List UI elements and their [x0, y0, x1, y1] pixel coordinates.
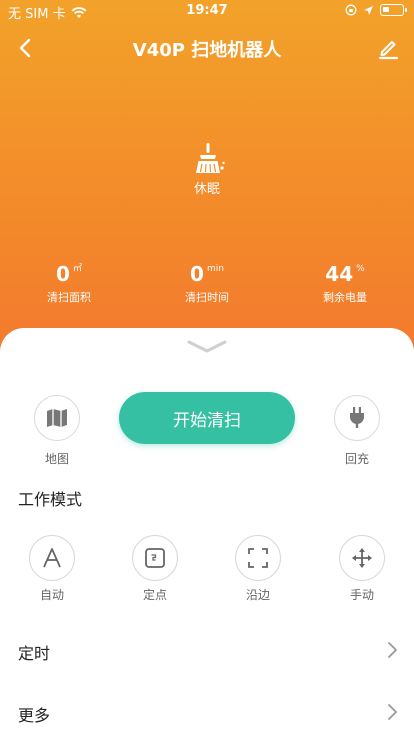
timer-row[interactable]: 定时 — [0, 626, 414, 676]
mode-spot-label: 定点 — [142, 588, 167, 602]
timer-label: 定时 — [18, 644, 51, 663]
chevron-down-icon[interactable] — [187, 340, 227, 354]
mode-manual-button[interactable] — [339, 535, 385, 581]
stat-battery: 44% 剩余电量 — [276, 262, 414, 305]
stat-unit: min — [206, 264, 224, 274]
stat-label: 清扫时间 — [185, 291, 229, 304]
broom-icon — [196, 143, 225, 173]
mode-edge-label: 沿边 — [245, 588, 270, 602]
chevron-right-icon — [388, 704, 397, 720]
map-button[interactable] — [34, 395, 80, 441]
stat-clean-time: 0 min 清扫时间 — [138, 262, 276, 305]
status-right — [345, 4, 407, 16]
mode-manual-label: 手动 — [349, 588, 374, 602]
plug-icon — [350, 407, 364, 428]
stat-clean-area: 0 ㎡ 清扫面积 — [0, 262, 138, 305]
edit-pencil-icon[interactable] — [374, 34, 402, 62]
spot-icon — [145, 548, 165, 568]
start-cleaning-button[interactable]: 开始清扫 — [119, 392, 295, 444]
work-mode-title: 工作模式 — [18, 490, 83, 509]
stat-label: 剩余电量 — [323, 291, 367, 304]
map-label: 地图 — [44, 452, 69, 466]
orientation-lock-icon — [345, 4, 357, 16]
location-icon — [364, 5, 373, 15]
stat-unit: % — [356, 264, 365, 274]
mode-auto-label: 自动 — [39, 588, 64, 602]
letter-a-icon — [43, 548, 61, 568]
stat-unit: ㎡ — [72, 264, 82, 274]
recharge-button[interactable] — [334, 395, 380, 441]
device-status-text: 休眠 — [193, 182, 220, 197]
edge-frame-icon — [248, 548, 268, 568]
map-icon — [47, 409, 67, 427]
chevron-right-icon — [388, 642, 397, 658]
stat-value: 0 ㎡ — [56, 262, 82, 286]
mode-edge-button[interactable] — [235, 535, 281, 581]
battery-icon — [380, 4, 407, 16]
recharge-label: 回充 — [344, 452, 369, 466]
more-label: 更多 — [18, 706, 51, 725]
more-row[interactable]: 更多 — [0, 688, 414, 736]
move-arrows-icon — [352, 548, 372, 568]
stat-value: 44% — [325, 262, 365, 286]
header-panel: 无 SIM 卡 19:47 V40P 扫地机器人 休眠 0 ㎡ 清扫面积 0 m… — [0, 0, 414, 360]
stat-value: 0 min — [190, 262, 224, 286]
mode-spot-button[interactable] — [132, 535, 178, 581]
status-bar: 无 SIM 卡 19:47 — [0, 0, 414, 22]
page-title: V40P 扫地机器人 — [132, 40, 282, 61]
stat-label: 清扫面积 — [47, 291, 91, 304]
mode-auto-button[interactable] — [29, 535, 75, 581]
nav-bar: V40P 扫地机器人 — [0, 28, 414, 68]
